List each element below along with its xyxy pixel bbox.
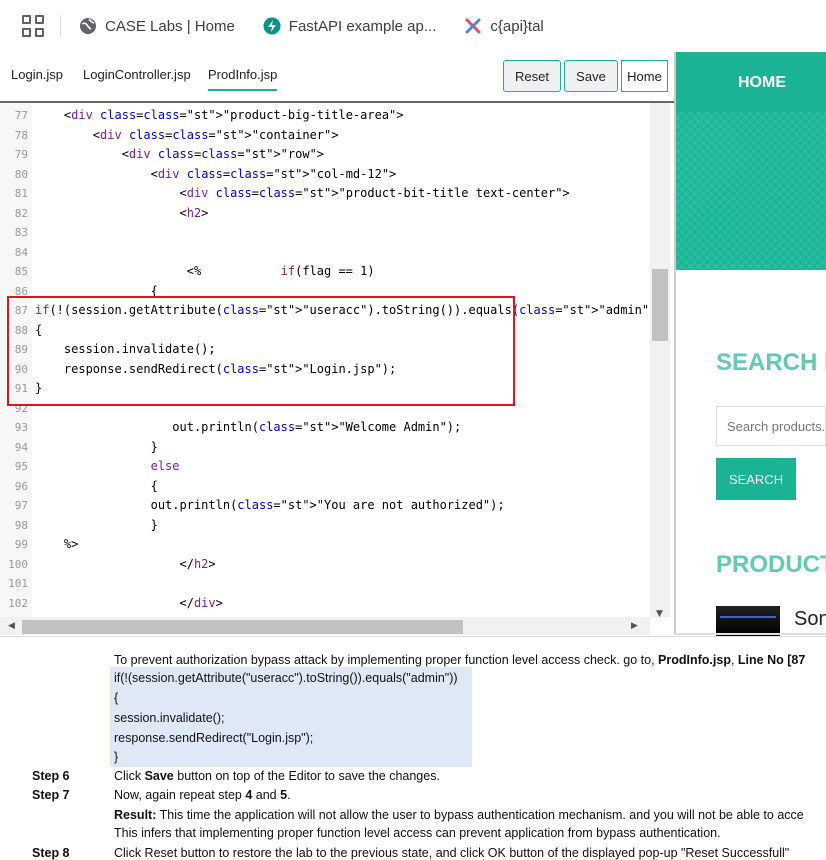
code-line: { <box>114 691 119 705</box>
step-6-part: button on top of the Editor to save the … <box>173 769 440 783</box>
preview-hero-banner <box>676 112 826 270</box>
preview-navbar: HOME <box>676 52 826 112</box>
reset-button[interactable]: Reset <box>503 60 561 92</box>
line-number: 85 <box>14 265 28 278</box>
code-line: } <box>114 750 119 764</box>
result-label: Result: <box>114 808 157 822</box>
line-number: 83 <box>14 226 28 239</box>
preview-search-title: SEARCH P <box>716 349 826 376</box>
line-number: 93 <box>14 421 28 434</box>
step-6-text: Click Save button on top of the Editor t… <box>114 769 440 783</box>
line-number: 84 <box>14 245 28 259</box>
code-text: %> <box>35 537 79 551</box>
step-8-label: Step 8 <box>32 846 70 860</box>
scroll-down-arrow-icon[interactable]: ▼ <box>656 609 663 619</box>
preview-product-name[interactable]: Son <box>794 608 826 631</box>
code-text: <div class=class="st">"container"> <box>35 127 339 142</box>
bookmark-label: c{api}tal <box>490 17 544 35</box>
code-text: <div class=class="st">"col-md-12"> <box>35 166 397 181</box>
code-line: if(!(session.getAttribute("useracc").toS… <box>114 671 458 685</box>
step-7-part: Now, again repeat step <box>114 788 246 802</box>
vertical-scrollbar-thumb[interactable] <box>652 269 668 341</box>
nav-home-link[interactable]: HOME <box>738 74 786 92</box>
preview-search-input[interactable]: Search products... <box>716 406 826 446</box>
step-6-save: Save <box>144 769 174 783</box>
code-text: else <box>150 459 180 473</box>
line-number: 81 <box>14 187 28 200</box>
infer-text: This infers that implementing proper fun… <box>114 826 721 840</box>
step-7-part: and <box>252 788 281 802</box>
editor-tab-bar: Login.jsp LoginController.jsp ProdInfo.j… <box>0 52 674 102</box>
code-line: session.invalidate(); <box>114 711 225 725</box>
line-number: 100 <box>8 557 28 571</box>
step-6-label: Step 6 <box>32 769 70 783</box>
line-number: 80 <box>14 167 28 181</box>
line-number: 94 <box>14 440 28 454</box>
code-text: { <box>35 478 158 493</box>
vertical-scrollbar[interactable] <box>650 103 670 617</box>
line-number: 78 <box>14 128 28 142</box>
line-number: 79 <box>14 148 28 161</box>
bookmark-case-labs[interactable]: CASE Labs | Home <box>79 17 235 35</box>
home-button[interactable]: Home <box>621 60 668 92</box>
globe-icon <box>80 18 96 34</box>
preview-bottom-border <box>674 633 826 635</box>
tab-prodinfo-jsp[interactable]: ProdInfo.jsp <box>208 67 278 91</box>
preview-products-title: PRODUCTS <box>716 551 826 578</box>
code-line: response.sendRedirect("Login.jsp"); <box>114 731 314 745</box>
step-7-label: Step 7 <box>32 788 70 802</box>
code-text: <% if(flag == 1) <box>35 264 375 278</box>
line-number: 98 <box>14 518 28 532</box>
line-number: 82 <box>14 206 28 220</box>
fastapi-icon <box>263 17 281 35</box>
bookmarks-divider <box>60 15 61 37</box>
bookmark-capital[interactable]: c{api}tal <box>464 17 544 35</box>
instructions-panel: To prevent authorization bypass attack b… <box>0 636 826 860</box>
line-number: 96 <box>14 479 28 493</box>
line-number: 97 <box>14 499 28 512</box>
preview-product-thumbnail[interactable] <box>716 606 780 636</box>
preview-search-button[interactable]: SEARCH <box>716 458 796 500</box>
horizontal-scrollbar-thumb[interactable] <box>22 620 463 634</box>
result-body: This time the application will not allow… <box>156 808 804 822</box>
code-text: <div class=class="st">"product-big-title… <box>35 108 404 122</box>
step-7-part: . <box>287 788 291 802</box>
bookmark-label: CASE Labs | Home <box>105 17 235 35</box>
step-intro: To prevent authorization bypass attack b… <box>114 653 805 667</box>
app-preview-pane: HOME <box>674 52 826 634</box>
step-6-part: Click <box>114 769 145 783</box>
tab-logincontroller-jsp[interactable]: LoginController.jsp <box>83 67 191 82</box>
bookmark-fastapi[interactable]: FastAPI example ap... <box>263 17 437 35</box>
line-number: 77 <box>14 109 28 122</box>
step-8-text: Click Reset button to restore the lab to… <box>114 846 790 860</box>
apps-grid-icon[interactable] <box>22 15 44 37</box>
save-button[interactable]: Save <box>564 60 618 92</box>
highlight-annotation-box <box>7 296 515 406</box>
code-text: <div class=class="st">"row"> <box>35 147 325 161</box>
capital-x-icon <box>465 18 481 34</box>
line-number: 95 <box>14 460 28 473</box>
line-number: 99 <box>14 538 28 551</box>
step-7-text: Now, again repeat step 4 and 5. <box>114 788 291 802</box>
intro-text: To prevent authorization bypass attack b… <box>114 653 659 667</box>
code-text: <h2> <box>35 205 209 220</box>
code-text: } <box>35 439 158 454</box>
result-text: Result: This time the application will n… <box>114 808 804 822</box>
intro-line: Line No [87 <box>737 653 806 667</box>
scroll-right-arrow-icon[interactable]: ▶ <box>631 621 638 631</box>
code-text: </div> <box>35 595 223 610</box>
line-number: 101 <box>8 577 28 590</box>
bookmarks-bar: CASE Labs | Home FastAPI example ap... c… <box>0 0 826 52</box>
code-text: out.println(class="st">"Welcome Admin"); <box>35 420 462 434</box>
code-text: </h2> <box>35 556 216 571</box>
line-number: 102 <box>8 596 28 610</box>
tab-login-jsp[interactable]: Login.jsp <box>11 67 63 82</box>
scroll-left-arrow-icon[interactable]: ◀ <box>8 621 15 631</box>
bookmark-label: FastAPI example ap... <box>288 17 437 35</box>
code-text: out.println(class="st">"You are not auth… <box>35 498 505 512</box>
intro-sep: , <box>730 653 738 667</box>
intro-file: ProdInfo.jsp <box>658 653 731 667</box>
code-text: <div class=class="st">"product-bit-title… <box>35 186 570 200</box>
code-text: } <box>35 517 158 532</box>
